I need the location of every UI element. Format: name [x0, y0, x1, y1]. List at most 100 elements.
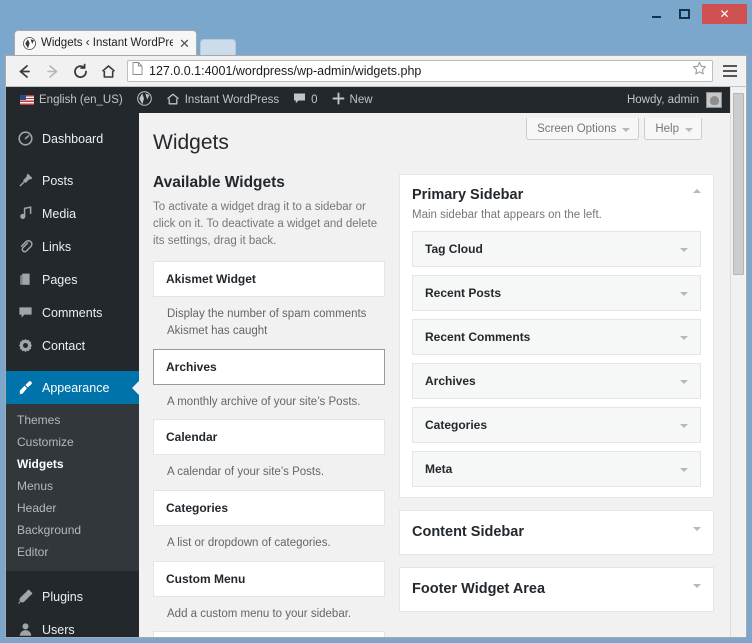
pages-icon	[17, 272, 34, 287]
appearance-submenu: Themes Customize Widgets Menus Header Ba…	[6, 404, 139, 571]
scrollbar-thumb[interactable]	[733, 93, 744, 275]
menu-spacer-1	[6, 155, 139, 164]
adminbar-howdy[interactable]: Howdy, admin	[627, 92, 724, 108]
user-icon	[17, 622, 34, 637]
sidebar-item-label: Media	[42, 206, 77, 221]
sidebar-widget-label: Categories	[425, 417, 488, 432]
chevron-down-icon[interactable]	[680, 379, 688, 384]
adminbar-comments[interactable]: 0	[286, 87, 324, 113]
sidebar-widget-recent-posts[interactable]: Recent Posts	[412, 274, 701, 311]
menu-spacer-top	[6, 113, 139, 122]
star-icon[interactable]	[692, 61, 708, 81]
wordpress-favicon-icon	[23, 36, 36, 50]
submenu-item-editor[interactable]: Editor	[6, 541, 139, 563]
widget-area-title: Footer Widget Area	[412, 581, 546, 598]
submenu-item-customize[interactable]: Customize	[6, 431, 139, 453]
adminbar-comments-count: 0	[311, 94, 318, 106]
close-button[interactable]: ✕	[702, 4, 747, 24]
back-button[interactable]	[11, 58, 37, 84]
submenu-item-background[interactable]: Background	[6, 519, 139, 541]
link-icon	[17, 239, 34, 254]
sidebar-item-label: Comments	[42, 305, 103, 320]
adminbar-language[interactable]: English (en_US)	[13, 87, 130, 113]
available-widget-archives[interactable]: Archives	[153, 348, 385, 385]
brush-icon	[17, 380, 34, 395]
available-widget-akismet[interactable]: Akismet Widget	[153, 261, 385, 298]
chevron-down-icon	[685, 127, 693, 132]
widget-area-primary-sidebar: Primary Sidebar Main sidebar that appear…	[399, 174, 714, 498]
window-titlebar: ✕	[5, 4, 747, 29]
help-button[interactable]: Help	[644, 118, 702, 140]
widget-area-content-sidebar[interactable]: Content Sidebar	[399, 509, 714, 556]
screen-options-button[interactable]: Screen Options	[526, 118, 640, 140]
hamburger-menu-icon[interactable]	[719, 59, 741, 83]
us-flag-icon	[20, 95, 34, 105]
home-button[interactable]	[95, 58, 121, 84]
minimize-button[interactable]	[642, 4, 670, 23]
sidebar-item-users[interactable]: Users	[6, 613, 139, 637]
tab-strip: Widgets ‹ Instant WordPre ✕	[5, 29, 747, 55]
sidebar-item-links[interactable]: Links	[6, 230, 139, 263]
comment-icon	[17, 305, 34, 320]
sidebar-item-dashboard[interactable]: Dashboard	[6, 122, 139, 155]
available-widget-categories[interactable]: Categories	[153, 490, 385, 526]
sidebar-item-label: Users	[42, 622, 75, 637]
browser-window: ✕ Widgets ‹ Instant WordPre ✕ 127.0.0.1:…	[0, 0, 752, 643]
chevron-down-icon[interactable]	[680, 291, 688, 296]
sidebar-item-label: Dashboard	[42, 131, 104, 146]
sidebar-item-pages[interactable]: Pages	[6, 263, 139, 296]
wordpress-admin-page: English (en_US) Instant WordPress 0 New …	[6, 87, 730, 637]
chevron-down-icon[interactable]	[680, 335, 688, 340]
adminbar-wp-logo[interactable]	[130, 87, 159, 113]
available-widget-links[interactable]: Links	[153, 631, 385, 637]
submenu-item-widgets[interactable]: Widgets	[6, 453, 139, 475]
avatar	[706, 92, 722, 108]
available-widget-description: Add a custom menu to your sidebar.	[167, 607, 352, 620]
chevron-down-icon[interactable]	[693, 584, 701, 589]
reload-button[interactable]	[67, 58, 93, 84]
page-icon	[132, 62, 145, 80]
forward-button[interactable]	[39, 58, 65, 84]
sidebar-item-label: Appearance	[42, 380, 110, 395]
adminbar-howdy-label: Howdy, admin	[626, 94, 699, 106]
sidebar-widget-label: Tag Cloud	[425, 241, 483, 256]
available-widgets-column: Available Widgets To activate a widget d…	[153, 174, 385, 637]
page-scrollbar[interactable]	[730, 87, 746, 637]
sidebar-widget-categories[interactable]: Categories	[412, 406, 701, 443]
sidebar-item-appearance[interactable]: Appearance	[6, 371, 139, 404]
sidebar-item-plugins[interactable]: Plugins	[6, 580, 139, 613]
sidebar-item-contact[interactable]: Contact	[6, 329, 139, 362]
sidebar-widget-recent-comments[interactable]: Recent Comments	[412, 318, 701, 355]
chevron-down-icon[interactable]	[680, 467, 688, 472]
wp-admin-bar: English (en_US) Instant WordPress 0 New …	[6, 87, 730, 113]
browser-tab[interactable]: Widgets ‹ Instant WordPre ✕	[14, 30, 197, 55]
adminbar-new[interactable]: New	[325, 87, 380, 113]
submenu-item-menus[interactable]: Menus	[6, 475, 139, 497]
sidebar-widget-archives[interactable]: Archives	[412, 362, 701, 399]
chevron-down-icon[interactable]	[680, 247, 688, 252]
sidebar-widget-tag-cloud[interactable]: Tag Cloud	[412, 230, 701, 267]
chevron-down-icon[interactable]	[680, 423, 688, 428]
sidebar-widget-meta[interactable]: Meta	[412, 450, 701, 487]
available-widget-calendar[interactable]: Calendar	[153, 419, 385, 456]
widget-area-footer-widget-area[interactable]: Footer Widget Area	[399, 567, 714, 613]
sidebar-item-posts[interactable]: Posts	[6, 164, 139, 197]
sidebar-item-comments[interactable]: Comments	[6, 296, 139, 329]
sidebar-widget-label: Recent Posts	[425, 285, 502, 300]
adminbar-site-name[interactable]: Instant WordPress	[159, 87, 286, 113]
new-tab-button[interactable]	[199, 39, 236, 55]
submenu-item-themes[interactable]: Themes	[6, 409, 139, 431]
menu-spacer-3	[6, 571, 139, 580]
help-label: Help	[655, 122, 679, 135]
sidebars-column: Primary Sidebar Main sidebar that appear…	[385, 174, 730, 636]
available-widget-custom-menu[interactable]: Custom Menu	[153, 560, 385, 597]
browser-toolbar: 127.0.0.1:4001/wordpress/wp-admin/widget…	[5, 55, 747, 87]
chevron-up-icon[interactable]	[693, 189, 701, 194]
sidebar-item-label: Posts	[42, 173, 74, 188]
chevron-down-icon[interactable]	[693, 526, 701, 531]
submenu-item-header[interactable]: Header	[6, 497, 139, 519]
maximize-button[interactable]	[670, 4, 698, 23]
tab-close-icon[interactable]: ✕	[179, 37, 190, 50]
sidebar-item-media[interactable]: Media	[6, 197, 139, 230]
address-bar[interactable]: 127.0.0.1:4001/wordpress/wp-admin/widget…	[127, 60, 713, 82]
